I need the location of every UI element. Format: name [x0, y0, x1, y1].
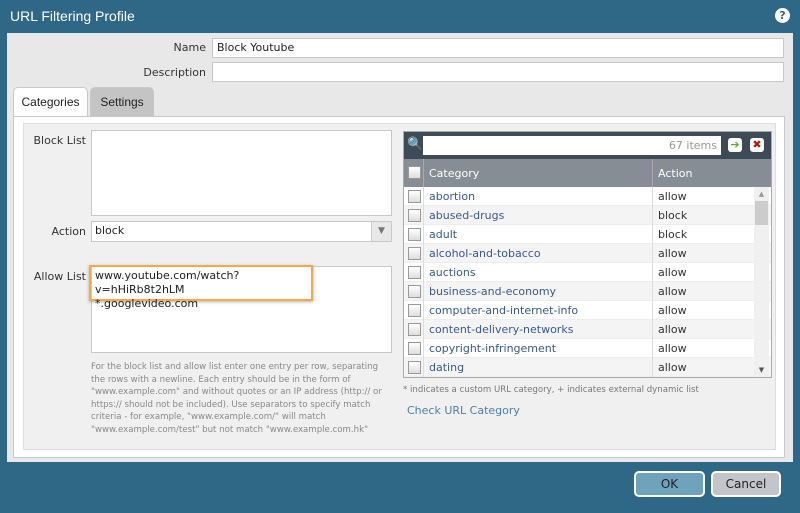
- category-action[interactable]: block: [658, 228, 687, 241]
- table-row[interactable]: alcohol-and-tobacco allow: [404, 244, 771, 263]
- scroll-up-icon[interactable]: ▲: [754, 190, 769, 198]
- tab-categories[interactable]: Categories: [13, 87, 88, 118]
- dialog-title: URL Filtering Profile: [10, 8, 135, 24]
- description-label: Description: [143, 66, 206, 79]
- scroll-thumb[interactable]: [755, 201, 768, 225]
- table-row[interactable]: auctions allow: [404, 263, 771, 282]
- category-name: dating: [429, 361, 465, 374]
- table-row[interactable]: abortion allow: [404, 187, 771, 206]
- category-name: business-and-economy: [429, 285, 557, 298]
- row-checkbox[interactable]: [408, 342, 421, 355]
- apply-filter-icon[interactable]: ➔: [728, 138, 742, 152]
- select-all-checkbox[interactable]: [408, 166, 421, 179]
- allow-list-label: Allow List: [33, 270, 86, 283]
- category-name: abused-drugs: [429, 209, 505, 222]
- grid-rows: abortion allow abused-drugs block adult block…: [404, 187, 771, 377]
- row-checkbox[interactable]: [408, 361, 421, 374]
- action-select[interactable]: block ▼: [91, 221, 392, 242]
- row-checkbox[interactable]: [408, 209, 421, 222]
- category-name: content-delivery-networks: [429, 323, 574, 336]
- table-row[interactable]: content-delivery-networks allow: [404, 320, 771, 339]
- row-checkbox[interactable]: [408, 228, 421, 241]
- category-name: adult: [429, 228, 458, 241]
- allow-list-entry: www.youtube.com/watch?v=hHiRb8t2hLM: [95, 269, 240, 296]
- search-icon: 🔍: [407, 137, 424, 152]
- row-checkbox[interactable]: [408, 285, 421, 298]
- category-name: computer-and-internet-info: [429, 304, 579, 317]
- category-name: copyright-infringement: [429, 342, 557, 355]
- category-action[interactable]: block: [658, 209, 687, 222]
- category-grid: 🔍 67 items ➔ ✖ Category Action abortion a…: [403, 131, 772, 378]
- row-checkbox[interactable]: [408, 266, 421, 279]
- category-name: abortion: [429, 190, 476, 203]
- description-input[interactable]: [212, 62, 784, 82]
- category-action[interactable]: allow: [658, 342, 687, 355]
- category-action[interactable]: allow: [658, 361, 687, 374]
- row-checkbox[interactable]: [408, 323, 421, 336]
- footnote: * indicates a custom URL category, + ind…: [403, 385, 699, 395]
- category-action[interactable]: allow: [658, 304, 687, 317]
- tab-settings[interactable]: Settings: [90, 87, 154, 117]
- category-action[interactable]: allow: [658, 323, 687, 336]
- table-row[interactable]: computer-and-internet-info allow: [404, 301, 771, 320]
- allow-list-highlight: www.youtube.com/watch?v=hHiRb8t2hLM *.go…: [89, 265, 313, 310]
- row-checkbox[interactable]: [408, 190, 421, 203]
- scrollbar[interactable]: ▲ ▼: [754, 187, 769, 377]
- category-action[interactable]: allow: [658, 266, 687, 279]
- cancel-button[interactable]: Cancel: [711, 471, 781, 497]
- row-checkbox[interactable]: [408, 304, 421, 317]
- help-icon[interactable]: ?: [775, 8, 790, 23]
- check-url-category-link[interactable]: Check URL Category: [407, 404, 520, 417]
- column-action[interactable]: Action: [658, 167, 692, 180]
- allow-list-entry: *.googlevideo.com: [95, 297, 199, 310]
- category-action[interactable]: allow: [658, 247, 687, 260]
- clear-filter-icon[interactable]: ✖: [750, 138, 764, 152]
- category-name: auctions: [429, 266, 476, 279]
- category-name: alcohol-and-tobacco: [429, 247, 541, 260]
- category-action[interactable]: allow: [658, 285, 687, 298]
- table-row[interactable]: abused-drugs block: [404, 206, 771, 225]
- help-text: For the block list and allow list enter …: [91, 362, 382, 435]
- name-input[interactable]: Block Youtube: [212, 38, 784, 58]
- table-row[interactable]: dating allow: [404, 358, 771, 377]
- table-row[interactable]: adult block: [404, 225, 771, 244]
- chevron-down-icon[interactable]: ▼: [371, 222, 391, 241]
- search-input[interactable]: 67 items: [423, 136, 721, 155]
- action-label: Action: [51, 225, 86, 238]
- ok-button[interactable]: OK: [634, 471, 705, 497]
- action-value: block: [95, 224, 125, 237]
- category-action[interactable]: allow: [658, 190, 687, 203]
- table-row[interactable]: copyright-infringement allow: [404, 339, 771, 358]
- name-label: Name: [173, 41, 206, 54]
- scroll-down-icon[interactable]: ▼: [754, 366, 769, 374]
- block-list-textarea[interactable]: [91, 130, 392, 216]
- block-list-label: Block List: [33, 134, 86, 147]
- table-row[interactable]: business-and-economy allow: [404, 282, 771, 301]
- column-category[interactable]: Category: [429, 167, 479, 180]
- row-checkbox[interactable]: [408, 247, 421, 260]
